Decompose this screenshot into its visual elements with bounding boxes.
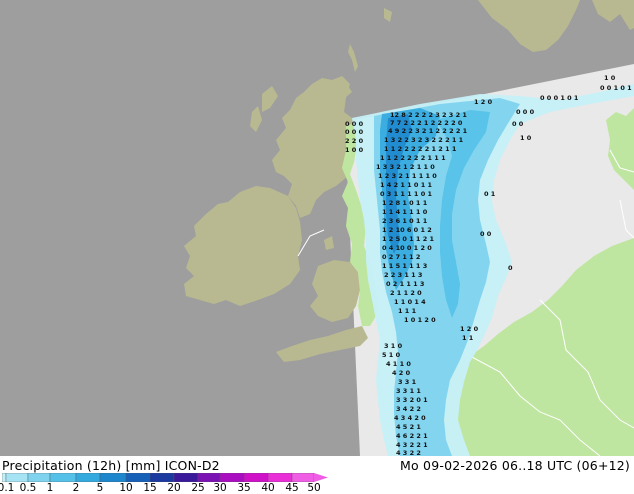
svg-text:1 3 2 2 3 2 3 2 2 2 1 1: 1 3 2 2 3 2 3 2 2 2 1 1: [384, 136, 464, 144]
legend-arrow: [314, 473, 328, 482]
svg-text:1 1 5 1 1 1 3: 1 1 5 1 1 1 3: [382, 262, 427, 270]
legend-tick-label: 0.5: [19, 482, 37, 494]
legend-swatch: [5, 473, 29, 482]
svg-text:1 4 2 1 1 0 1 1: 1 4 2 1 1 0 1 1: [380, 181, 432, 189]
svg-text:1 3 3 2 1 2 1 1 0: 1 3 3 2 1 2 1 1 0: [376, 163, 435, 171]
svg-text:1 2 0: 1 2 0: [474, 98, 493, 106]
legend-swatch: [197, 473, 221, 482]
svg-text:1 1 4 1 1 1 0: 1 1 4 1 1 1 0: [382, 208, 428, 216]
legend-swatch: [2, 473, 7, 482]
legend-tick-label: 35: [237, 482, 251, 494]
legend-swatch: [291, 473, 315, 482]
svg-text:4 5 2 1: 4 5 2 1: [396, 423, 421, 431]
svg-text:0 2 1 1 1 3: 0 2 1 1 1 3: [386, 280, 424, 288]
svg-text:2 2 0: 2 2 0: [345, 137, 364, 145]
svg-text:1 2 8 1 0 1 1: 1 2 8 1 0 1 1: [382, 199, 428, 207]
legend-swatch: [243, 473, 269, 482]
valid-time: Mo 09-02-2026 06..18 UTC (06+12): [400, 458, 630, 473]
legend-swatch: [267, 473, 293, 482]
svg-text:12 8 2 2 2 2 3 2 3 2 1: 12 8 2 2 2 2 3 2 3 2 1: [390, 111, 467, 119]
svg-text:0 3 1 1 1 1 0 1: 0 3 1 1 1 1 0 1: [380, 190, 432, 198]
svg-text:3 4 2 2: 3 4 2 2: [396, 405, 421, 413]
svg-text:0 0 0: 0 0 0: [516, 108, 535, 116]
svg-text:1 1: 1 1: [462, 334, 474, 342]
svg-text:4 3 2 2: 4 3 2 2: [396, 449, 421, 456]
legend-swatch: [75, 473, 101, 482]
svg-text:4 3 4 2 0: 4 3 4 2 0: [394, 414, 426, 422]
svg-text:0 1: 0 1: [484, 190, 496, 198]
svg-text:4 3 2 2 1: 4 3 2 2 1: [396, 441, 428, 449]
svg-text:7 7 2 2 2 1 2 2 2 2 0: 7 7 2 2 2 1 2 2 2 2 0: [390, 119, 463, 127]
svg-text:1 2 3 2 1 1 1 1 0: 1 2 3 2 1 1 1 1 0: [378, 172, 437, 180]
color-legend-bar: [2, 473, 328, 482]
legend-tick-label: 2: [72, 482, 80, 494]
legend-swatch: [125, 473, 151, 482]
svg-text:0 0 1 0 1: 0 0 1 0 1: [600, 84, 632, 92]
svg-text:1 0: 1 0: [604, 74, 616, 82]
svg-text:1 1 1: 1 1 1: [398, 307, 417, 315]
weather-map-image: 12 8 2 2 2 2 3 2 3 2 1 7 7 2 2 2 1 2 2 2…: [0, 0, 634, 494]
svg-text:4 1 1 0: 4 1 1 0: [386, 360, 411, 368]
svg-text:1 2 10 6 0 1 2: 1 2 10 6 0 1 2: [382, 226, 432, 234]
svg-text:2 3 6 1 0 1 1: 2 3 6 1 0 1 1: [382, 217, 428, 225]
legend-swatch: [173, 473, 199, 482]
legend-swatch: [219, 473, 245, 482]
svg-text:1 0 0: 1 0 0: [345, 146, 364, 154]
legend-tick-label: 10: [119, 482, 133, 494]
svg-text:1 1 2 2 2 2 2 1 2 1 1: 1 1 2 2 2 2 2 1 2 1 1: [384, 145, 457, 153]
svg-text:4 9 2 2 3 2 1 2 2 2 2 1: 4 9 2 2 3 2 1 2 2 2 2 1: [388, 127, 468, 135]
svg-text:4 6 2 2 1: 4 6 2 2 1: [396, 432, 428, 440]
legend-tick-label: 1: [46, 482, 54, 494]
svg-text:3 3 1: 3 3 1: [398, 378, 417, 386]
legend-swatch: [49, 473, 77, 482]
svg-text:2 2 3 1 1 3: 2 2 3 1 1 3: [384, 271, 422, 279]
svg-text:0 2 7 1 1 2: 0 2 7 1 1 2: [382, 253, 420, 261]
svg-text:5 1 0: 5 1 0: [382, 351, 401, 359]
svg-text:3 3 1 1: 3 3 1 1: [396, 387, 421, 395]
legend-swatch: [99, 473, 127, 482]
legend-tick-label: 20: [167, 482, 181, 494]
legend-tick-label: 40: [261, 482, 275, 494]
svg-text:0 0 0: 0 0 0: [345, 128, 364, 136]
legend-swatch: [27, 473, 51, 482]
svg-text:0: 0: [508, 264, 513, 272]
svg-text:2 1 1 2 0: 2 1 1 2 0: [390, 289, 422, 297]
svg-text:0 0 0 1 0 1: 0 0 0 1 0 1: [540, 94, 579, 102]
svg-text:3 3 2 0 1: 3 3 2 0 1: [396, 396, 428, 404]
svg-text:1 0: 1 0: [520, 134, 532, 142]
svg-text:0 0: 0 0: [480, 230, 492, 238]
legend-tick-label: 0.1: [0, 482, 15, 494]
svg-text:3 1 0: 3 1 0: [384, 342, 403, 350]
legend-tick-label: 15: [143, 482, 157, 494]
precipitation-map: 12 8 2 2 2 2 3 2 3 2 1 7 7 2 2 2 1 2 2 2…: [0, 0, 634, 456]
legend-tick-label: 45: [285, 482, 299, 494]
map-title: Precipitation (12h) [mm] ICON-D2: [2, 458, 220, 473]
legend-tick-label: 5: [96, 482, 104, 494]
legend-swatch: [149, 473, 175, 482]
legend-tick-label: 25: [191, 482, 205, 494]
svg-text:1 2 0: 1 2 0: [460, 325, 479, 333]
svg-text:1 0 1 2 0: 1 0 1 2 0: [404, 316, 436, 324]
svg-text:4 2 0: 4 2 0: [392, 369, 411, 377]
svg-text:1 1 2 2 2 2 2 1 1 1: 1 1 2 2 2 2 2 1 1 1: [380, 154, 446, 162]
svg-text:1 2 5 0 1 1 2 1: 1 2 5 0 1 1 2 1: [382, 235, 434, 243]
svg-text:0 0 0: 0 0 0: [345, 120, 364, 128]
svg-text:0 0: 0 0: [512, 120, 524, 128]
legend-tick-label: 50: [307, 482, 321, 494]
svg-text:1 1 0 1 4: 1 1 0 1 4: [394, 298, 426, 306]
map-footer: Precipitation (12h) [mm] ICON-D2 Mo 09-0…: [0, 456, 634, 494]
svg-text:0 4 10 0 1 2 0: 0 4 10 0 1 2 0: [382, 244, 432, 252]
legend-tick-label: 30: [213, 482, 227, 494]
